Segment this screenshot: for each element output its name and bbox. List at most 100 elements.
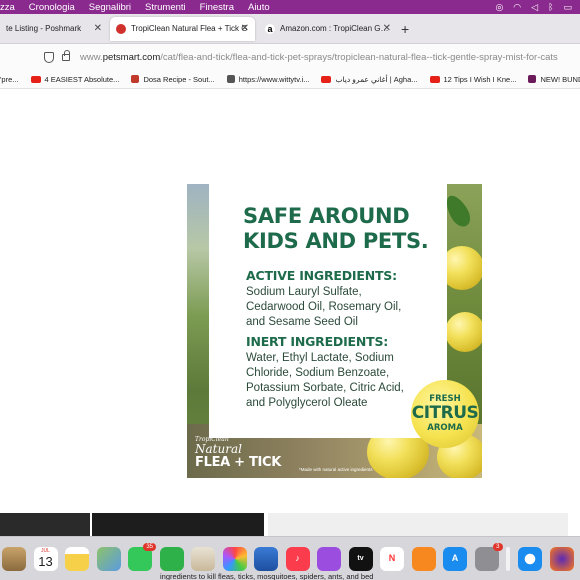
brand-logo: TropiClean Natural FLEA + TICK: [195, 436, 281, 470]
bookmark-label: 4 EASIEST Absolute...: [44, 74, 120, 84]
messages-badge: 35: [143, 542, 156, 551]
citrus-badge: FRESH CITRUS AROMA: [411, 380, 479, 448]
menu-list: zza Cronologia Segnalibri Strumenti Fine…: [0, 2, 270, 13]
youtube-icon: [30, 75, 41, 83]
close-icon[interactable]: ✕: [94, 23, 102, 34]
thumbnail[interactable]: [0, 513, 90, 536]
freeform-icon[interactable]: [191, 546, 215, 571]
bookmark-item[interactable]: 'pre...: [0, 75, 19, 84]
menu-item-finestra[interactable]: Finestra: [200, 2, 234, 13]
address-bar[interactable]: www.petsmart.com/cat/flea-and-tick/flea-…: [0, 44, 580, 70]
bookmark-item[interactable]: 4 EASIEST Absolute...: [30, 74, 120, 84]
footnote: *Made with natural active ingredients: [299, 467, 373, 472]
bookmark-label: 'pre...: [0, 74, 19, 84]
badge-bottom: AROMA: [427, 423, 463, 433]
youtube-icon: [321, 75, 332, 83]
tab-title: TropiClean Natural Flea + Tick G: [131, 24, 248, 33]
close-icon[interactable]: ✕: [383, 23, 391, 34]
wifi-icon[interactable]: ◠: [513, 2, 521, 13]
thumbnail[interactable]: [268, 513, 568, 536]
calendar-icon[interactable]: JUL 13: [33, 546, 58, 571]
dock-divider: [506, 546, 510, 571]
petsmart-favicon-icon: [116, 23, 126, 34]
books-icon[interactable]: [411, 546, 436, 571]
w-icon: [226, 75, 235, 83]
lemon-icon: [445, 312, 482, 352]
close-icon[interactable]: ✕: [241, 23, 249, 34]
menu-item-aiuto[interactable]: Aiuto: [248, 2, 270, 13]
product-image[interactable]: SAFE AROUND KIDS AND PETS. ACTIVE INGRED…: [187, 184, 482, 478]
bookmark-item[interactable]: 12 Tips I Wish I Kne...: [429, 74, 517, 84]
page-content: SAFE AROUND KIDS AND PETS. ACTIVE INGRED…: [0, 89, 580, 510]
volume-icon[interactable]: ◁: [531, 2, 538, 13]
facetime-icon[interactable]: [159, 546, 184, 571]
tab-amazon[interactable]: a Amazon.com : TropiClean Gentle ✕: [259, 17, 397, 41]
ingredient-line: and Sesame Seed Oil: [246, 316, 358, 328]
tab-poshmark[interactable]: te Listing - Poshmark ✕: [0, 17, 108, 41]
menu-bar: zza Cronologia Segnalibri Strumenti Fine…: [0, 0, 580, 14]
apple-tv-icon[interactable]: tv: [348, 546, 373, 571]
ingredient-line: Chloride, Sodium Benzoate,: [246, 367, 390, 379]
page-thumbnails: [0, 510, 580, 536]
music-icon[interactable]: ♪: [285, 546, 310, 571]
active-ingredients: Sodium Lauryl Sulfate, Cedarwood Oil, Ro…: [246, 285, 446, 330]
menu-item-zza[interactable]: zza: [0, 2, 15, 13]
firefox-icon[interactable]: [549, 546, 574, 571]
keynote-icon[interactable]: [254, 546, 278, 571]
bookmark-item[interactable]: NEW! BUNDLE of: [528, 75, 580, 84]
tab-bar: te Listing - Poshmark ✕ TropiClean Natur…: [0, 14, 580, 44]
ingredient-line: Sodium Lauryl Sulfate,: [246, 286, 362, 298]
thumbnail[interactable]: [92, 513, 264, 536]
tab-title: Amazon.com : TropiClean Gentle: [280, 24, 391, 33]
notes-icon[interactable]: [65, 546, 89, 571]
headline: SAFE AROUND KIDS AND PETS.: [243, 204, 443, 254]
menu-item-cronologia[interactable]: Cronologia: [29, 2, 75, 13]
new-tab-icon[interactable]: +: [401, 21, 409, 37]
news-icon[interactable]: N: [380, 546, 404, 571]
active-heading: ACTIVE INGREDIENTS:: [246, 268, 397, 283]
brand-flea-tick: FLEA + TICK: [195, 455, 282, 470]
inert-heading: INERT INGREDIENTS:: [246, 334, 389, 349]
app-store-icon[interactable]: A: [443, 546, 467, 571]
bookmark-label: 12 Tips I Wish I Kne...: [443, 74, 517, 84]
podcasts-icon[interactable]: [317, 546, 341, 571]
shield-icon[interactable]: [44, 51, 54, 63]
tab-petsmart[interactable]: TropiClean Natural Flea + Tick G ✕: [110, 16, 255, 41]
settings-icon[interactable]: 3: [474, 542, 503, 571]
menu-item-segnalibri[interactable]: Segnalibri: [89, 2, 131, 13]
bookmarks-bar: 'pre... 4 EASIEST Absolute... Dosa Recip…: [0, 70, 580, 89]
ingredient-line: Water, Ethyl Lactate, Sodium: [246, 352, 394, 364]
bluetooth-icon[interactable]: ᛒ: [548, 2, 553, 12]
bookmark-label: أغاني عمرو دياب | Agha...: [335, 74, 418, 84]
url-path: /cat/flea-and-tick/flea-and-tick-pet-spr…: [160, 51, 558, 63]
calendar-day: 13: [38, 553, 53, 569]
safari-icon[interactable]: [518, 546, 542, 571]
status-icons: ◎ ◠ ◁ ᛒ ▭: [495, 0, 580, 14]
headline-line: SAFE AROUND: [243, 204, 410, 228]
brand-natural: Natural: [195, 442, 242, 456]
settings-badge: 3: [493, 542, 503, 551]
contacts-icon[interactable]: [2, 546, 26, 571]
ingredient-line: Cedarwood Oil, Rosemary Oil,: [246, 301, 402, 313]
bookmark-item[interactable]: Dosa Recipe - Sout...: [131, 74, 215, 84]
headline-line: KIDS AND PETS.: [243, 229, 429, 253]
lock-icon[interactable]: [62, 49, 70, 61]
menu-item-strumenti[interactable]: Strumenti: [145, 2, 186, 13]
bookmark-label: Dosa Recipe - Sout...: [143, 74, 215, 84]
recipe-icon: [131, 75, 140, 83]
photos-icon[interactable]: [222, 546, 247, 571]
url-domain: petsmart.com: [102, 51, 161, 63]
tab-title: te Listing - Poshmark: [6, 24, 82, 33]
bookmark-label: https://www.wittytv.i...: [238, 74, 310, 84]
amazon-favicon-icon: a: [265, 23, 275, 34]
bundle-icon: [528, 75, 537, 83]
bookmark-item[interactable]: أغاني عمرو دياب | Agha...: [321, 74, 418, 84]
battery-icon[interactable]: ▭: [563, 2, 572, 13]
messages-icon[interactable]: 35: [128, 542, 156, 571]
media-icon[interactable]: ◎: [495, 2, 503, 13]
page-caption-text: ingredients to kill fleas, ticks, mosqui…: [160, 572, 374, 580]
maps-icon[interactable]: [96, 546, 121, 571]
bookmark-label: NEW! BUNDLE of: [540, 74, 580, 84]
bookmark-item[interactable]: https://www.wittytv.i...: [226, 74, 310, 84]
url-text[interactable]: www.petsmart.com/cat/flea-and-tick/flea-…: [80, 52, 570, 63]
